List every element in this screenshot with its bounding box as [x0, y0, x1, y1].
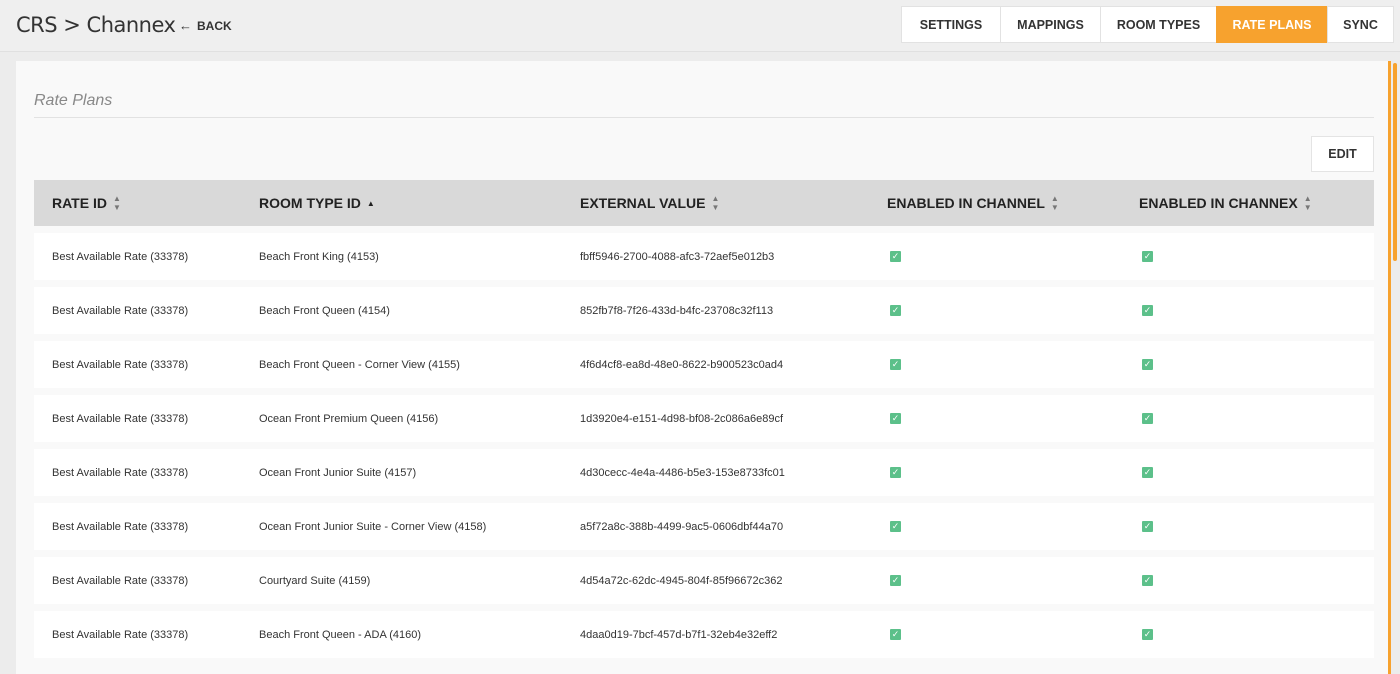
room-type-cell: Beach Front King (4153): [259, 250, 379, 263]
channel-cell: ✓: [890, 287, 901, 334]
table-row: Best Available Rate (33378) Beach Front …: [34, 233, 1374, 280]
rate-id-cell: Best Available Rate (33378): [52, 520, 189, 533]
sort-icon: ▲ ▼: [1050, 194, 1059, 212]
table-row: Best Available Rate (33378) Beach Front …: [34, 611, 1374, 658]
channel-cell: ✓: [890, 611, 901, 658]
tab-bar: SETTINGS MAPPINGS ROOM TYPES RATE PLANS …: [901, 6, 1394, 43]
rate-id-cell: Best Available Rate (33378): [52, 412, 189, 425]
external-value-cell: 4d54a72c-62dc-4945-804f-85f96672c362: [580, 574, 783, 587]
divider: [34, 117, 1374, 118]
tab-room-types[interactable]: ROOM TYPES: [1100, 6, 1216, 43]
scrollbar-thumb[interactable]: [1393, 63, 1397, 261]
column-header-enabled-in-channex[interactable]: ENABLED IN CHANNEX ▲ ▼: [1139, 180, 1312, 226]
external-value-cell: 852fb7f8-7f26-433d-b4fc-23708c32f113: [580, 304, 774, 317]
table-header: RATE ID ▲ ▼ ROOM TYPE ID ▲ EXTERNAL VALUE…: [34, 180, 1374, 226]
table-row: Best Available Rate (33378) Ocean Front …: [34, 449, 1374, 496]
rate-id-cell: Best Available Rate (33378): [52, 466, 189, 479]
sort-icon: ▲ ▼: [711, 194, 720, 212]
channel-cell: ✓: [890, 395, 901, 442]
checkbox-checked-icon[interactable]: ✓: [890, 467, 901, 478]
sort-asc-icon: ▲: [366, 198, 375, 208]
rate-id-cell: Best Available Rate (33378): [52, 358, 189, 371]
channel-cell: ✓: [890, 503, 901, 550]
room-type-cell: Courtyard Suite (4159): [259, 574, 371, 587]
checkbox-checked-icon[interactable]: ✓: [890, 521, 901, 532]
room-type-cell: Beach Front Queen (4154): [259, 304, 390, 317]
top-bar: CRS > Channex ← BACK SETTINGS MAPPINGS R…: [0, 0, 1400, 52]
column-label: ROOM TYPE ID: [259, 195, 361, 211]
column-header-external-value[interactable]: EXTERNAL VALUE ▲ ▼: [580, 180, 719, 226]
sort-icon: ▲ ▼: [112, 194, 121, 212]
checkbox-checked-icon[interactable]: ✓: [890, 251, 901, 262]
back-label: BACK: [197, 18, 232, 33]
edit-button[interactable]: EDIT: [1311, 136, 1374, 172]
checkbox-checked-icon[interactable]: ✓: [890, 305, 901, 316]
channex-cell: ✓: [1142, 449, 1153, 496]
channex-cell: ✓: [1142, 611, 1153, 658]
column-label: RATE ID: [52, 195, 107, 211]
checkbox-checked-icon[interactable]: ✓: [1142, 413, 1153, 424]
panel-title: Rate Plans: [34, 92, 113, 109]
checkbox-checked-icon[interactable]: ✓: [1142, 467, 1153, 478]
column-header-enabled-in-channel[interactable]: ENABLED IN CHANNEL ▲ ▼: [887, 180, 1059, 226]
checkbox-checked-icon[interactable]: ✓: [890, 413, 901, 424]
channel-cell: ✓: [890, 341, 901, 388]
room-type-cell: Beach Front Queen - Corner View (4155): [259, 358, 460, 371]
table-row: Best Available Rate (33378) Courtyard Su…: [34, 557, 1374, 604]
checkbox-checked-icon[interactable]: ✓: [1142, 359, 1153, 370]
column-header-rate-id[interactable]: RATE ID ▲ ▼: [52, 180, 121, 226]
channex-cell: ✓: [1142, 287, 1153, 334]
rate-id-cell: Best Available Rate (33378): [52, 574, 189, 587]
tab-settings[interactable]: SETTINGS: [901, 6, 1000, 43]
external-value-cell: 4d30cecc-4e4a-4486-b5e3-153e8733fc01: [580, 466, 785, 479]
column-header-room-type-id[interactable]: ROOM TYPE ID ▲: [259, 180, 375, 226]
external-value-cell: a5f72a8c-388b-4499-9ac5-0606dbf44a70: [580, 520, 784, 533]
table-row: Best Available Rate (33378) Beach Front …: [34, 341, 1374, 388]
external-value-cell: fbff5946-2700-4088-afc3-72aef5e012b3: [580, 250, 775, 263]
table-row: Best Available Rate (33378) Ocean Front …: [34, 395, 1374, 442]
checkbox-checked-icon[interactable]: ✓: [1142, 575, 1153, 586]
channex-cell: ✓: [1142, 233, 1153, 280]
channel-cell: ✓: [890, 557, 901, 604]
page-title: CRS > Channex: [16, 13, 176, 37]
checkbox-checked-icon[interactable]: ✓: [890, 575, 901, 586]
arrow-left-icon: ←: [179, 18, 192, 33]
back-button[interactable]: ← BACK: [179, 18, 232, 33]
room-type-cell: Ocean Front Junior Suite - Corner View (…: [259, 520, 487, 533]
channex-cell: ✓: [1142, 503, 1153, 550]
checkbox-checked-icon[interactable]: ✓: [1142, 251, 1153, 262]
tab-rate-plans[interactable]: RATE PLANS: [1216, 6, 1327, 43]
room-type-cell: Ocean Front Junior Suite (4157): [259, 466, 417, 479]
channel-cell: ✓: [890, 233, 901, 280]
tab-mappings[interactable]: MAPPINGS: [1000, 6, 1100, 43]
column-label: ENABLED IN CHANNEX: [1139, 195, 1298, 211]
channex-cell: ✓: [1142, 557, 1153, 604]
external-value-cell: 1d3920e4-e151-4d98-bf08-2c086a6e89cf: [580, 412, 784, 425]
channex-cell: ✓: [1142, 341, 1153, 388]
external-value-cell: 4f6d4cf8-ea8d-48e0-8622-b900523c0ad4: [580, 358, 784, 371]
checkbox-checked-icon[interactable]: ✓: [890, 629, 901, 640]
tab-sync[interactable]: SYNC: [1327, 6, 1394, 43]
column-label: ENABLED IN CHANNEL: [887, 195, 1045, 211]
channex-cell: ✓: [1142, 395, 1153, 442]
rate-id-cell: Best Available Rate (33378): [52, 628, 189, 641]
checkbox-checked-icon[interactable]: ✓: [890, 359, 901, 370]
room-type-cell: Ocean Front Premium Queen (4156): [259, 412, 439, 425]
table-row: Best Available Rate (33378) Ocean Front …: [34, 503, 1374, 550]
checkbox-checked-icon[interactable]: ✓: [1142, 305, 1153, 316]
table-row: Best Available Rate (33378) Beach Front …: [34, 287, 1374, 334]
room-type-cell: Beach Front Queen - ADA (4160): [259, 628, 422, 641]
table-body: Best Available Rate (33378) Beach Front …: [34, 233, 1374, 665]
sort-icon: ▲ ▼: [1303, 194, 1312, 212]
external-value-cell: 4daa0d19-7bcf-457d-b7f1-32eb4e32eff2: [580, 628, 778, 641]
column-label: EXTERNAL VALUE: [580, 195, 706, 211]
rate-plans-panel: Rate Plans EDIT RATE ID ▲ ▼ ROOM TYPE ID …: [16, 61, 1391, 674]
checkbox-checked-icon[interactable]: ✓: [1142, 521, 1153, 532]
checkbox-checked-icon[interactable]: ✓: [1142, 629, 1153, 640]
rate-id-cell: Best Available Rate (33378): [52, 304, 189, 317]
channel-cell: ✓: [890, 449, 901, 496]
rate-id-cell: Best Available Rate (33378): [52, 250, 189, 263]
